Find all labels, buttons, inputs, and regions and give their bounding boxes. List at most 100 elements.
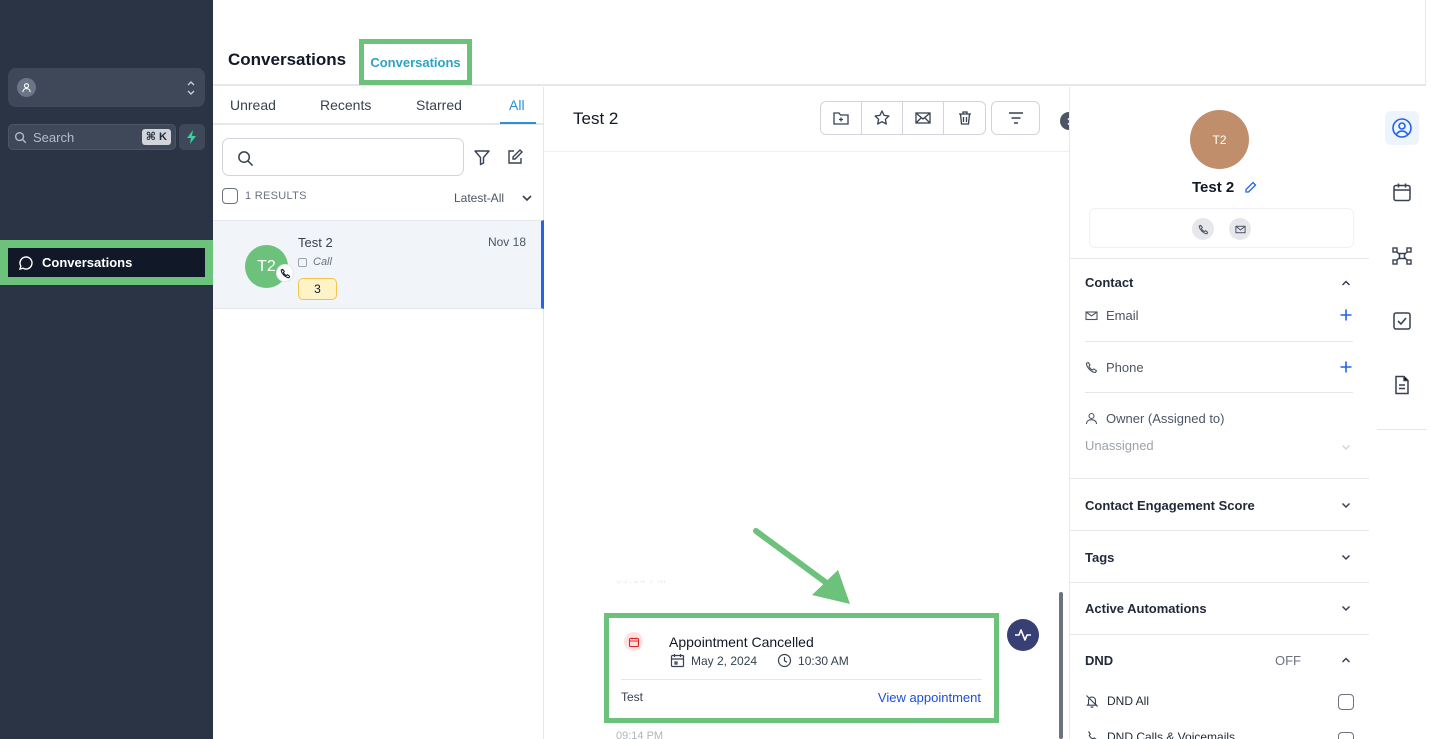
conversation-search-input[interactable] [222, 138, 464, 176]
results-summary: 1 RESULTS [222, 188, 307, 204]
section-tags-title[interactable]: Tags [1085, 550, 1114, 565]
dnd-calls-label: DND Calls & Voicemails [1107, 730, 1236, 739]
appointment-date: May 2, 2024 [691, 653, 758, 668]
tab-label: Conversations [370, 54, 461, 70]
check-square-icon [1393, 312, 1411, 330]
owner-field: Owner (Assigned to) [1085, 411, 1225, 426]
dnd-status: OFF [1275, 653, 1301, 668]
chevron-down-icon[interactable] [1340, 499, 1352, 511]
appointment-card: Appointment Cancelled May 2, 2024 10:30 … [604, 613, 999, 723]
message-filter-button[interactable] [991, 101, 1040, 135]
lightning-bolt-icon [187, 130, 196, 144]
sidebar-item-conversations[interactable]: Conversations [0, 240, 213, 285]
chevron-down-icon[interactable] [1340, 441, 1352, 453]
tab-recents[interactable]: Recents [320, 97, 371, 113]
divider [1070, 582, 1370, 583]
sidebar-item-label: Conversations [42, 255, 133, 270]
conversation-list-item[interactable]: T2 Test 2 Nov 18 Call 3 [213, 220, 544, 309]
section-contact-title[interactable]: Contact [1085, 275, 1133, 290]
rail-tasks-button[interactable] [1385, 304, 1419, 338]
conversation-date: Nov 18 [487, 235, 526, 249]
chevron-down-icon[interactable] [1340, 551, 1352, 563]
rail-workflow-button[interactable] [1385, 239, 1419, 273]
add-phone-icon[interactable] [1339, 360, 1353, 374]
phone-off-icon [1088, 731, 1097, 739]
chevron-up-icon[interactable] [1340, 654, 1352, 666]
tab-starred[interactable]: Starred [416, 97, 462, 113]
dnd-calls-row: DND Calls & Voicemails [1085, 730, 1235, 739]
delete-button[interactable] [944, 102, 985, 134]
search-shortcut-badge: ⌘ K [141, 129, 171, 145]
chat-toolbar [820, 101, 986, 135]
email-button[interactable] [1229, 218, 1251, 240]
divider [1070, 478, 1370, 479]
chevron-down-icon[interactable] [521, 193, 533, 203]
section-automations-title[interactable]: Active Automations [1085, 601, 1207, 616]
chevron-up-icon[interactable] [1340, 277, 1352, 289]
compose-icon[interactable] [506, 148, 524, 166]
active-tab-underline [500, 122, 536, 124]
appointment-title: Appointment Cancelled [669, 634, 814, 650]
tab-conversations[interactable]: Conversations [359, 39, 472, 85]
user-icon [1085, 412, 1098, 425]
appointment-note: Test [621, 690, 644, 704]
account-switcher[interactable] [8, 68, 205, 107]
section-engagement-title[interactable]: Contact Engagement Score [1085, 498, 1255, 513]
divider [1070, 258, 1370, 259]
message-timestamp: 09:14 PM [616, 730, 664, 739]
phone-icon [1085, 361, 1098, 374]
section-dnd-title[interactable]: DND [1085, 653, 1113, 668]
mail-icon [1234, 225, 1246, 233]
activity-pulse-icon [1015, 629, 1031, 641]
sort-dropdown[interactable]: Latest-All [454, 191, 504, 205]
trash-icon [958, 111, 971, 125]
chat-scrollbar[interactable] [1059, 592, 1063, 739]
left-sidebar: Search ⌘ K Conversations [0, 0, 213, 739]
rail-notes-button[interactable] [1385, 368, 1419, 402]
move-to-folder-button[interactable] [821, 102, 862, 134]
calendar-icon [1393, 183, 1411, 202]
unread-count-badge: 3 [298, 278, 337, 300]
add-email-icon[interactable] [1339, 308, 1353, 322]
contact-name-row: Test 2 [1192, 179, 1257, 196]
chat-panel: Test 2 09:14 PM Appointment Cancelled Ma… [544, 87, 1078, 739]
rail-calendar-button[interactable] [1385, 175, 1419, 209]
contact-details-panel: T2 Test 2 Contact Email Phone Owner (Ass… [1069, 87, 1370, 739]
conversation-name: Test 2 [298, 235, 333, 250]
call-button[interactable] [1192, 218, 1214, 240]
calendar-icon [624, 632, 643, 651]
mark-unread-button[interactable] [903, 102, 944, 134]
dnd-all-checkbox[interactable] [1338, 694, 1354, 710]
rail-contact-button[interactable] [1385, 111, 1419, 145]
chat-contact-name: Test 2 [573, 109, 619, 128]
phone-icon [1198, 224, 1208, 234]
star-button[interactable] [862, 102, 903, 134]
tab-unread[interactable]: Unread [230, 97, 276, 113]
user-circle-icon [1392, 118, 1412, 138]
sidebar-search[interactable]: Search ⌘ K [8, 124, 176, 150]
tab-all[interactable]: All [509, 97, 525, 113]
page-header: Conversations Conversations [213, 0, 1426, 86]
filter-icon[interactable] [473, 148, 491, 166]
account-avatar-icon [17, 78, 36, 97]
conversation-list-panel: Unread Recents Starred All 1 RESULTS Lat… [213, 87, 544, 739]
contact-quick-actions [1089, 208, 1354, 248]
owner-select[interactable]: Unassigned [1085, 438, 1154, 453]
right-icon-rail [1369, 87, 1431, 739]
conversation-last-message: Call [298, 256, 332, 268]
select-all-checkbox[interactable] [222, 188, 238, 204]
chevron-updown-icon [187, 81, 195, 95]
dnd-calls-checkbox[interactable] [1338, 732, 1354, 739]
document-icon [1395, 375, 1409, 395]
view-appointment-link[interactable]: View appointment [878, 690, 981, 705]
search-icon [14, 131, 27, 144]
quick-action-button[interactable] [179, 124, 205, 150]
chevron-down-icon[interactable] [1340, 602, 1352, 614]
network-icon [1392, 247, 1412, 265]
pencil-icon[interactable] [1244, 181, 1257, 194]
message-type-icon [298, 257, 307, 267]
avatar: T2 [1190, 110, 1249, 169]
divider [1377, 429, 1427, 430]
folder-plus-icon [833, 112, 849, 125]
dnd-all-row: DND All [1085, 694, 1149, 708]
